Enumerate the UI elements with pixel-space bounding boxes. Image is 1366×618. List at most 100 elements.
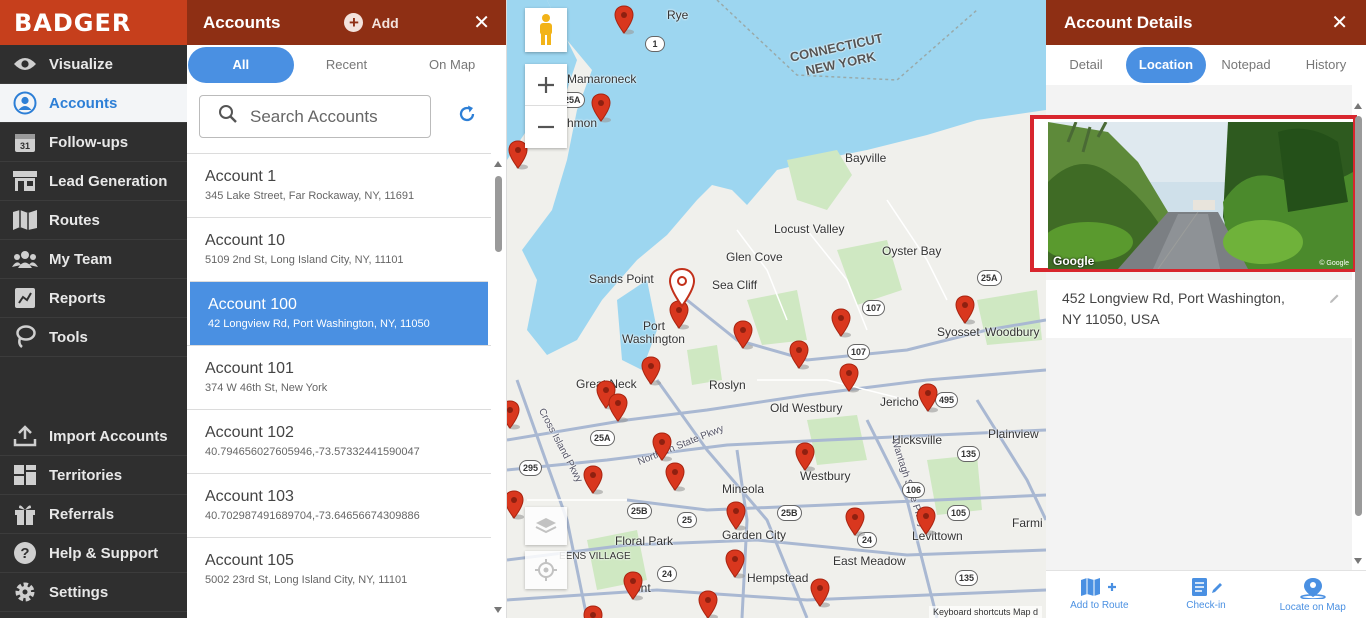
check-in-button[interactable]: Check-in xyxy=(1153,571,1260,618)
accounts-tabs: All Recent On Map xyxy=(187,45,506,85)
account-location-pin-icon[interactable] xyxy=(844,507,866,537)
account-location-pin-icon[interactable] xyxy=(954,295,976,325)
map-view[interactable]: Rye CONNECTICUT NEW YORK Mamaroneck hmon… xyxy=(507,0,1046,618)
search-input[interactable]: Search Accounts xyxy=(199,95,431,138)
map-layers-button[interactable] xyxy=(525,507,567,545)
nav-item-label: Tools xyxy=(49,328,88,346)
refresh-icon[interactable] xyxy=(457,104,477,130)
nav-item-visualize[interactable]: Visualize xyxy=(0,45,187,84)
account-name: Account 101 xyxy=(205,360,294,377)
scrollbar-thumb[interactable] xyxy=(1355,116,1362,516)
road-shield: 135 xyxy=(957,446,981,462)
account-location-pin-icon[interactable] xyxy=(788,340,810,370)
zoom-out-button[interactable] xyxy=(525,106,567,148)
tab-on-map[interactable]: On Map xyxy=(399,47,505,83)
list-item[interactable]: Account 101 374 W 46th St, New York xyxy=(187,345,491,409)
help-icon: ? xyxy=(12,541,38,565)
locate-on-map-label: Locate on Map xyxy=(1279,602,1346,613)
list-item[interactable]: Account 1 345 Lake Street, Far Rockaway,… xyxy=(187,153,491,217)
nav-item-follow-ups[interactable]: 31 Follow-ups xyxy=(0,123,187,162)
minus-icon xyxy=(538,125,554,129)
street-view-photo[interactable]: Google © Google xyxy=(1048,122,1353,269)
nav-item-lead-generation[interactable]: Lead Generation xyxy=(0,162,187,201)
nav-item-label: Reports xyxy=(49,289,106,307)
account-location-pin-icon[interactable] xyxy=(507,400,521,430)
tab-all[interactable]: All xyxy=(188,47,294,83)
gear-icon xyxy=(12,580,38,604)
account-location-pin-icon[interactable] xyxy=(664,462,686,492)
map-label-east-meadow: East Meadow xyxy=(833,554,906,568)
account-location-pin-icon[interactable] xyxy=(809,578,831,608)
account-location-pin-icon[interactable] xyxy=(613,5,635,35)
close-accounts-button[interactable]: ✕ xyxy=(473,10,490,35)
nav-item-routes[interactable]: Routes xyxy=(0,201,187,240)
account-location-pin-icon[interactable] xyxy=(607,393,629,423)
locate-on-map-button[interactable]: Locate on Map xyxy=(1259,571,1366,618)
nav-item-referrals[interactable]: Referrals xyxy=(0,495,187,534)
google-watermark: Google xyxy=(1053,254,1095,268)
account-location-pin-icon[interactable] xyxy=(838,363,860,393)
zoom-in-button[interactable] xyxy=(525,64,567,106)
account-location-pin-icon[interactable] xyxy=(622,571,644,601)
add-account-button[interactable]: + Add xyxy=(344,13,399,32)
tab-history[interactable]: History xyxy=(1286,47,1366,83)
details-scrollbar[interactable] xyxy=(1353,100,1363,570)
nav-item-reports[interactable]: Reports xyxy=(0,279,187,318)
account-location-pin-icon[interactable] xyxy=(725,501,747,531)
map-label-old-westbury: Old Westbury xyxy=(770,401,843,415)
pencil-icon[interactable] xyxy=(1328,290,1340,311)
road-shield: 25A xyxy=(977,270,1002,286)
tab-notepad[interactable]: Notepad xyxy=(1206,47,1286,83)
my-location-button[interactable] xyxy=(525,551,567,589)
account-location-pin-icon[interactable] xyxy=(590,93,612,123)
account-location-pin-icon[interactable] xyxy=(794,442,816,472)
add-to-route-button[interactable]: Add to Route xyxy=(1046,571,1153,618)
list-item[interactable]: Account 103 40.702987491689704,-73.64656… xyxy=(187,473,491,537)
close-details-button[interactable]: ✕ xyxy=(1331,10,1348,35)
list-item[interactable]: Account 105 5002 23rd St, Long Island Ci… xyxy=(187,537,491,601)
accounts-scrollbar[interactable] xyxy=(493,158,503,618)
nav-item-accounts[interactable]: Accounts xyxy=(0,84,187,123)
badger-logo[interactable]: BADGER xyxy=(14,9,131,37)
tab-detail[interactable]: Detail xyxy=(1046,47,1126,83)
account-location-pin-icon[interactable] xyxy=(732,320,754,350)
map-label-mineola: Mineola xyxy=(722,482,765,496)
road-shield: 107 xyxy=(847,344,871,360)
account-name: Account 102 xyxy=(205,424,294,441)
account-location-pin-icon[interactable] xyxy=(507,490,525,520)
account-location-pin-icon[interactable] xyxy=(582,465,604,495)
scrollbar-thumb[interactable] xyxy=(495,176,502,252)
account-location-pin-icon[interactable] xyxy=(697,590,719,618)
account-location-pin-icon[interactable] xyxy=(582,605,604,618)
nav-item-label: Lead Generation xyxy=(49,172,168,190)
account-location-pin-icon[interactable] xyxy=(651,432,673,462)
map-folded-icon xyxy=(12,208,38,232)
nav-item-help-support[interactable]: ? Help & Support xyxy=(0,534,187,573)
street-view-pegman-button[interactable] xyxy=(525,8,567,52)
account-location-pin-icon[interactable] xyxy=(917,383,939,413)
check-in-label: Check-in xyxy=(1186,600,1226,611)
tab-recent[interactable]: Recent xyxy=(294,47,400,83)
nav-item-import-accounts[interactable]: Import Accounts xyxy=(0,417,187,456)
add-label: Add xyxy=(371,14,399,31)
nav-item-territories[interactable]: Territories xyxy=(0,456,187,495)
nav-item-my-team[interactable]: My Team xyxy=(0,240,187,279)
list-item-selected[interactable]: Account 100 42 Longview Rd, Port Washing… xyxy=(190,281,488,345)
nav-item-tools[interactable]: Tools xyxy=(0,318,187,357)
selected-location-pin-icon[interactable] xyxy=(669,268,695,308)
account-location-pin-icon[interactable] xyxy=(640,356,662,386)
list-item[interactable]: Account 102 40.794656027605946,-73.57332… xyxy=(187,409,491,473)
account-location-pin-icon[interactable] xyxy=(915,506,937,536)
map-label-jericho: Jericho xyxy=(880,395,919,409)
nav-item-settings[interactable]: Settings xyxy=(0,573,187,612)
account-name: Account 10 xyxy=(205,232,286,249)
details-title: Account Details xyxy=(1064,12,1193,32)
account-location-pin-icon[interactable] xyxy=(830,308,852,338)
map-attribution[interactable]: Keyboard shortcuts Map d xyxy=(928,606,1042,618)
accounts-list: Account 1 345 Lake Street, Far Rockaway,… xyxy=(187,153,491,618)
road-shield: 24 xyxy=(657,566,677,582)
account-location-pin-icon[interactable] xyxy=(724,549,746,579)
tab-location[interactable]: Location xyxy=(1126,47,1206,83)
list-item[interactable]: Account 10 5109 2nd St, Long Island City… xyxy=(187,217,491,281)
details-tabs: Detail Location Notepad History xyxy=(1046,45,1366,85)
